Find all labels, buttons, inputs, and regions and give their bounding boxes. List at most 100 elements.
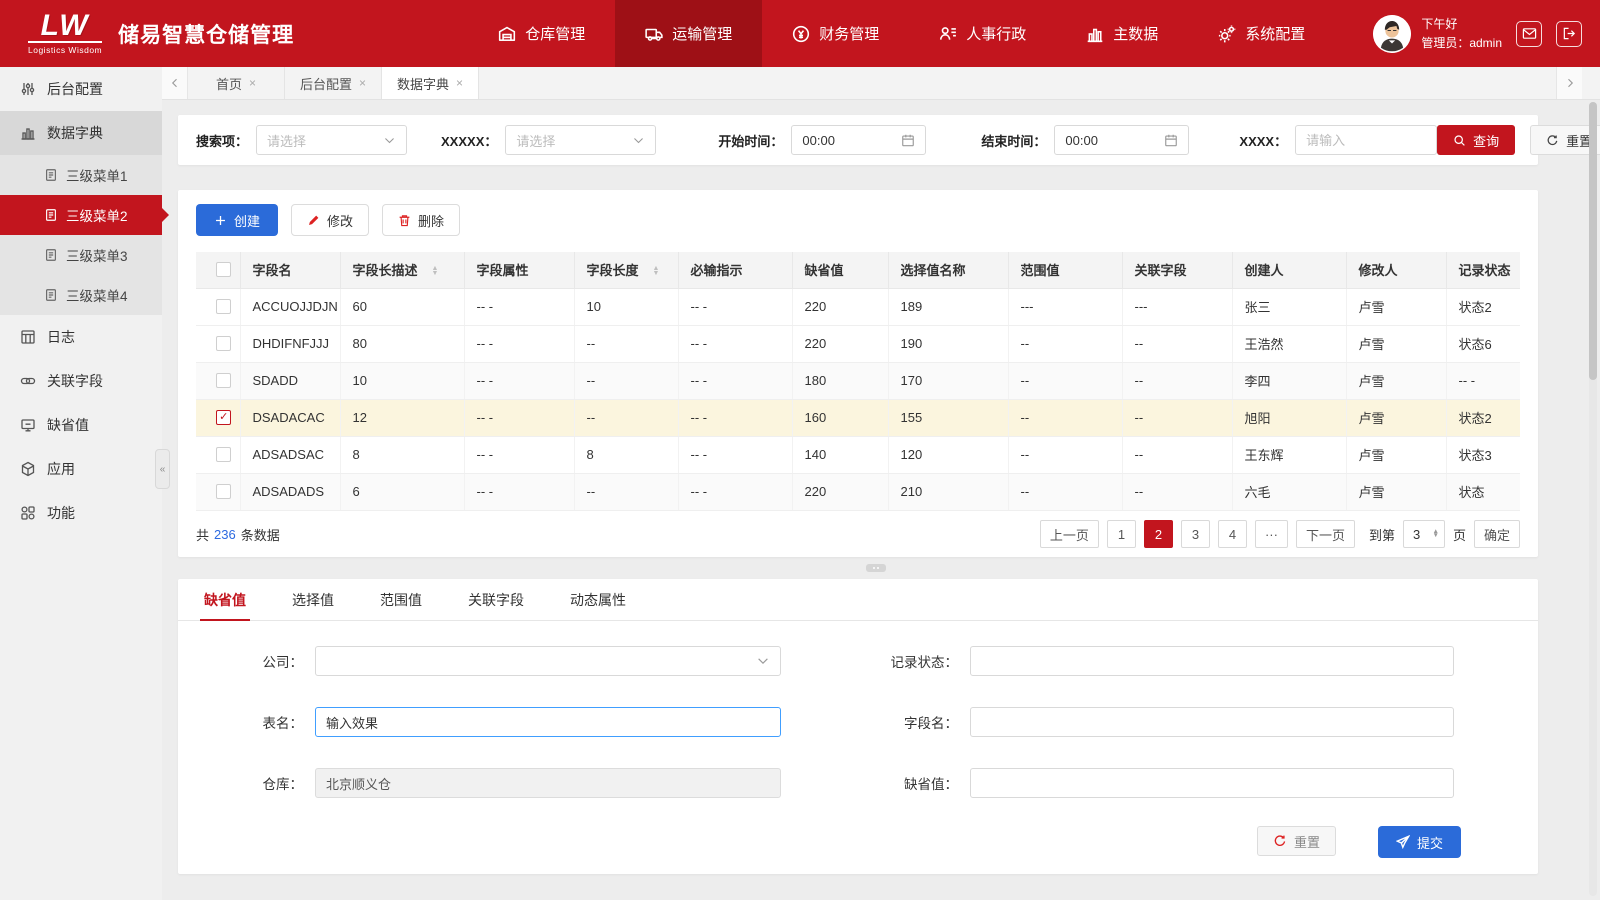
page-button-3[interactable]: 3 <box>1181 520 1210 548</box>
query-button[interactable]: 查询 <box>1437 125 1515 155</box>
sidebar-item-linked-fields[interactable]: 关联字段 <box>0 359 162 403</box>
tab-scroll-left[interactable] <box>162 67 188 99</box>
sidebar-item-functions[interactable]: 功能 <box>0 491 162 535</box>
sidebar-subitem-menu3[interactable]: 三级菜单3 <box>0 235 162 275</box>
select-all-checkbox[interactable] <box>216 262 231 277</box>
table-row[interactable]: ADSADADS 6 -- - -- -- - 220 210 -- -- 六毛… <box>196 473 1520 510</box>
sidebar-item-label: 缺省值 <box>47 415 89 435</box>
sidebar-subitem-menu2[interactable]: 三级菜单2 <box>0 195 162 235</box>
warehouse-icon <box>498 25 516 43</box>
table-toolbar: 创建 修改 删除 <box>196 204 1520 236</box>
nav-transport[interactable]: 运输管理 <box>615 0 762 67</box>
goto-confirm-button[interactable]: 确定 <box>1474 520 1520 548</box>
sidebar-subitem-menu4[interactable]: 三级菜单4 <box>0 275 162 315</box>
table-cell: -- - <box>678 362 792 399</box>
table-row[interactable]: DHDIFNFJJJ 80 -- - -- -- - 220 190 -- --… <box>196 325 1520 362</box>
start-time-input[interactable]: 00:00 <box>791 125 926 155</box>
tab-home[interactable]: 首页 <box>188 67 285 99</box>
prev-page-button[interactable]: 上一页 <box>1040 520 1099 548</box>
table-name-input[interactable] <box>326 715 770 730</box>
detail-tab-default-value[interactable]: 缺省值 <box>200 579 250 620</box>
detail-tab-linked-field[interactable]: 关联字段 <box>464 579 528 620</box>
page-button-2-active[interactable]: 2 <box>1144 520 1173 548</box>
sidebar-item-application[interactable]: 应用 <box>0 447 162 491</box>
logout-button[interactable] <box>1556 21 1582 47</box>
sidebar-subitem-label: 三级菜单2 <box>66 205 128 225</box>
pager: 上一页 1 2 3 4 ··· 下一页 到第 3 页 确定 <box>1040 520 1520 548</box>
close-icon[interactable] <box>359 76 366 90</box>
row-checkbox[interactable] <box>216 484 231 499</box>
sidebar-item-data-dictionary[interactable]: 数据字典 <box>0 111 162 155</box>
nav-warehouse[interactable]: 仓库管理 <box>468 0 615 67</box>
table-cell: 160 <box>792 399 888 436</box>
sidebar-item-backend-config[interactable]: 后台配置 <box>0 67 162 111</box>
delete-button[interactable]: 删除 <box>382 204 460 236</box>
xxxx-input[interactable] <box>1306 133 1426 148</box>
nav-label: 主数据 <box>1113 23 1158 44</box>
sidebar-subitem-menu1[interactable]: 三级菜单1 <box>0 155 162 195</box>
detail-reset-button[interactable]: 重置 <box>1257 826 1336 856</box>
row-checkbox[interactable] <box>216 299 231 314</box>
tab-data-dictionary[interactable]: 数据字典 <box>382 67 479 99</box>
sort-icon[interactable] <box>653 267 660 276</box>
panel-resize-handle[interactable] <box>866 564 886 572</box>
row-checkbox[interactable] <box>216 447 231 462</box>
detail-tab-select-value[interactable]: 选择值 <box>288 579 338 620</box>
table-row-selected[interactable]: DSADACAC 12 -- - -- -- - 160 155 -- -- 旭… <box>196 399 1520 436</box>
edit-button[interactable]: 修改 <box>291 204 369 236</box>
row-checkbox[interactable] <box>216 373 231 388</box>
table-cell: -- - <box>678 473 792 510</box>
sidebar-item-default-values[interactable]: 缺省值 <box>0 403 162 447</box>
goto-page-input[interactable]: 3 <box>1403 520 1445 548</box>
table-row[interactable]: ACCUOJJDJN 60 -- - 10 -- - 220 189 --- -… <box>196 288 1520 325</box>
close-icon[interactable] <box>249 76 256 90</box>
detail-tab-dynamic-attr[interactable]: 动态属性 <box>566 579 630 620</box>
sort-icon[interactable] <box>432 267 439 276</box>
tab-backend-config[interactable]: 后台配置 <box>285 67 382 99</box>
table-cell: -- - <box>678 436 792 473</box>
field-name-input[interactable] <box>981 715 1443 730</box>
mail-button[interactable] <box>1516 21 1542 47</box>
page-ellipsis[interactable]: ··· <box>1255 520 1288 548</box>
default-value-input[interactable] <box>981 776 1443 791</box>
tab-scroll-right[interactable] <box>1556 67 1582 99</box>
submit-button[interactable]: 提交 <box>1378 826 1461 858</box>
sidebar-item-logs[interactable]: 日志 <box>0 315 162 359</box>
page-button-1[interactable]: 1 <box>1107 520 1136 548</box>
page-button-4[interactable]: 4 <box>1218 520 1247 548</box>
table-cell: -- <box>574 399 678 436</box>
end-time-input[interactable]: 00:00 <box>1054 125 1189 155</box>
table-cell: 10 <box>340 362 464 399</box>
company-select[interactable] <box>315 646 781 676</box>
table-cell: 220 <box>792 473 888 510</box>
select-placeholder: 请选择 <box>267 131 306 150</box>
nav-hr[interactable]: 人事行政 <box>909 0 1056 67</box>
nav-sysconfig[interactable]: 系统配置 <box>1188 0 1335 67</box>
row-checkbox[interactable] <box>216 336 231 351</box>
create-button[interactable]: 创建 <box>196 204 278 236</box>
time-value: 00:00 <box>1065 133 1098 148</box>
column-header: 范围值 <box>1008 252 1122 288</box>
row-checkbox-checked[interactable] <box>216 410 231 425</box>
nav-masterdata[interactable]: 主数据 <box>1056 0 1188 67</box>
next-page-button[interactable]: 下一页 <box>1296 520 1355 548</box>
table-row[interactable]: SDADD 10 -- - -- -- - 180 170 -- -- 李四 卢… <box>196 362 1520 399</box>
detail-tabs: 缺省值 选择值 范围值 关联字段 动态属性 <box>178 579 1538 621</box>
sidebar-collapse-handle[interactable] <box>155 449 170 489</box>
nav-finance[interactable]: 财务管理 <box>762 0 909 67</box>
column-header-sortable[interactable]: 字段长度 <box>574 252 678 288</box>
table-cell: 王东辉 <box>1232 436 1346 473</box>
spinner-icon[interactable] <box>1433 530 1439 538</box>
search-item-select[interactable]: 请选择 <box>256 125 407 155</box>
default-value-input-wrap <box>970 768 1454 798</box>
detail-tab-range-value[interactable]: 范围值 <box>376 579 426 620</box>
row-select-cell <box>196 288 240 325</box>
link-icon <box>20 373 36 389</box>
scrollbar-thumb[interactable] <box>1589 102 1597 380</box>
avatar[interactable] <box>1373 15 1411 53</box>
close-icon[interactable] <box>456 76 463 90</box>
column-header-sortable[interactable]: 字段长描述 <box>340 252 464 288</box>
xxxxx-select[interactable]: 请选择 <box>505 125 656 155</box>
record-status-input[interactable] <box>981 654 1443 669</box>
table-row[interactable]: ADSADSAC 8 -- - 8 -- - 140 120 -- -- 王东辉… <box>196 436 1520 473</box>
